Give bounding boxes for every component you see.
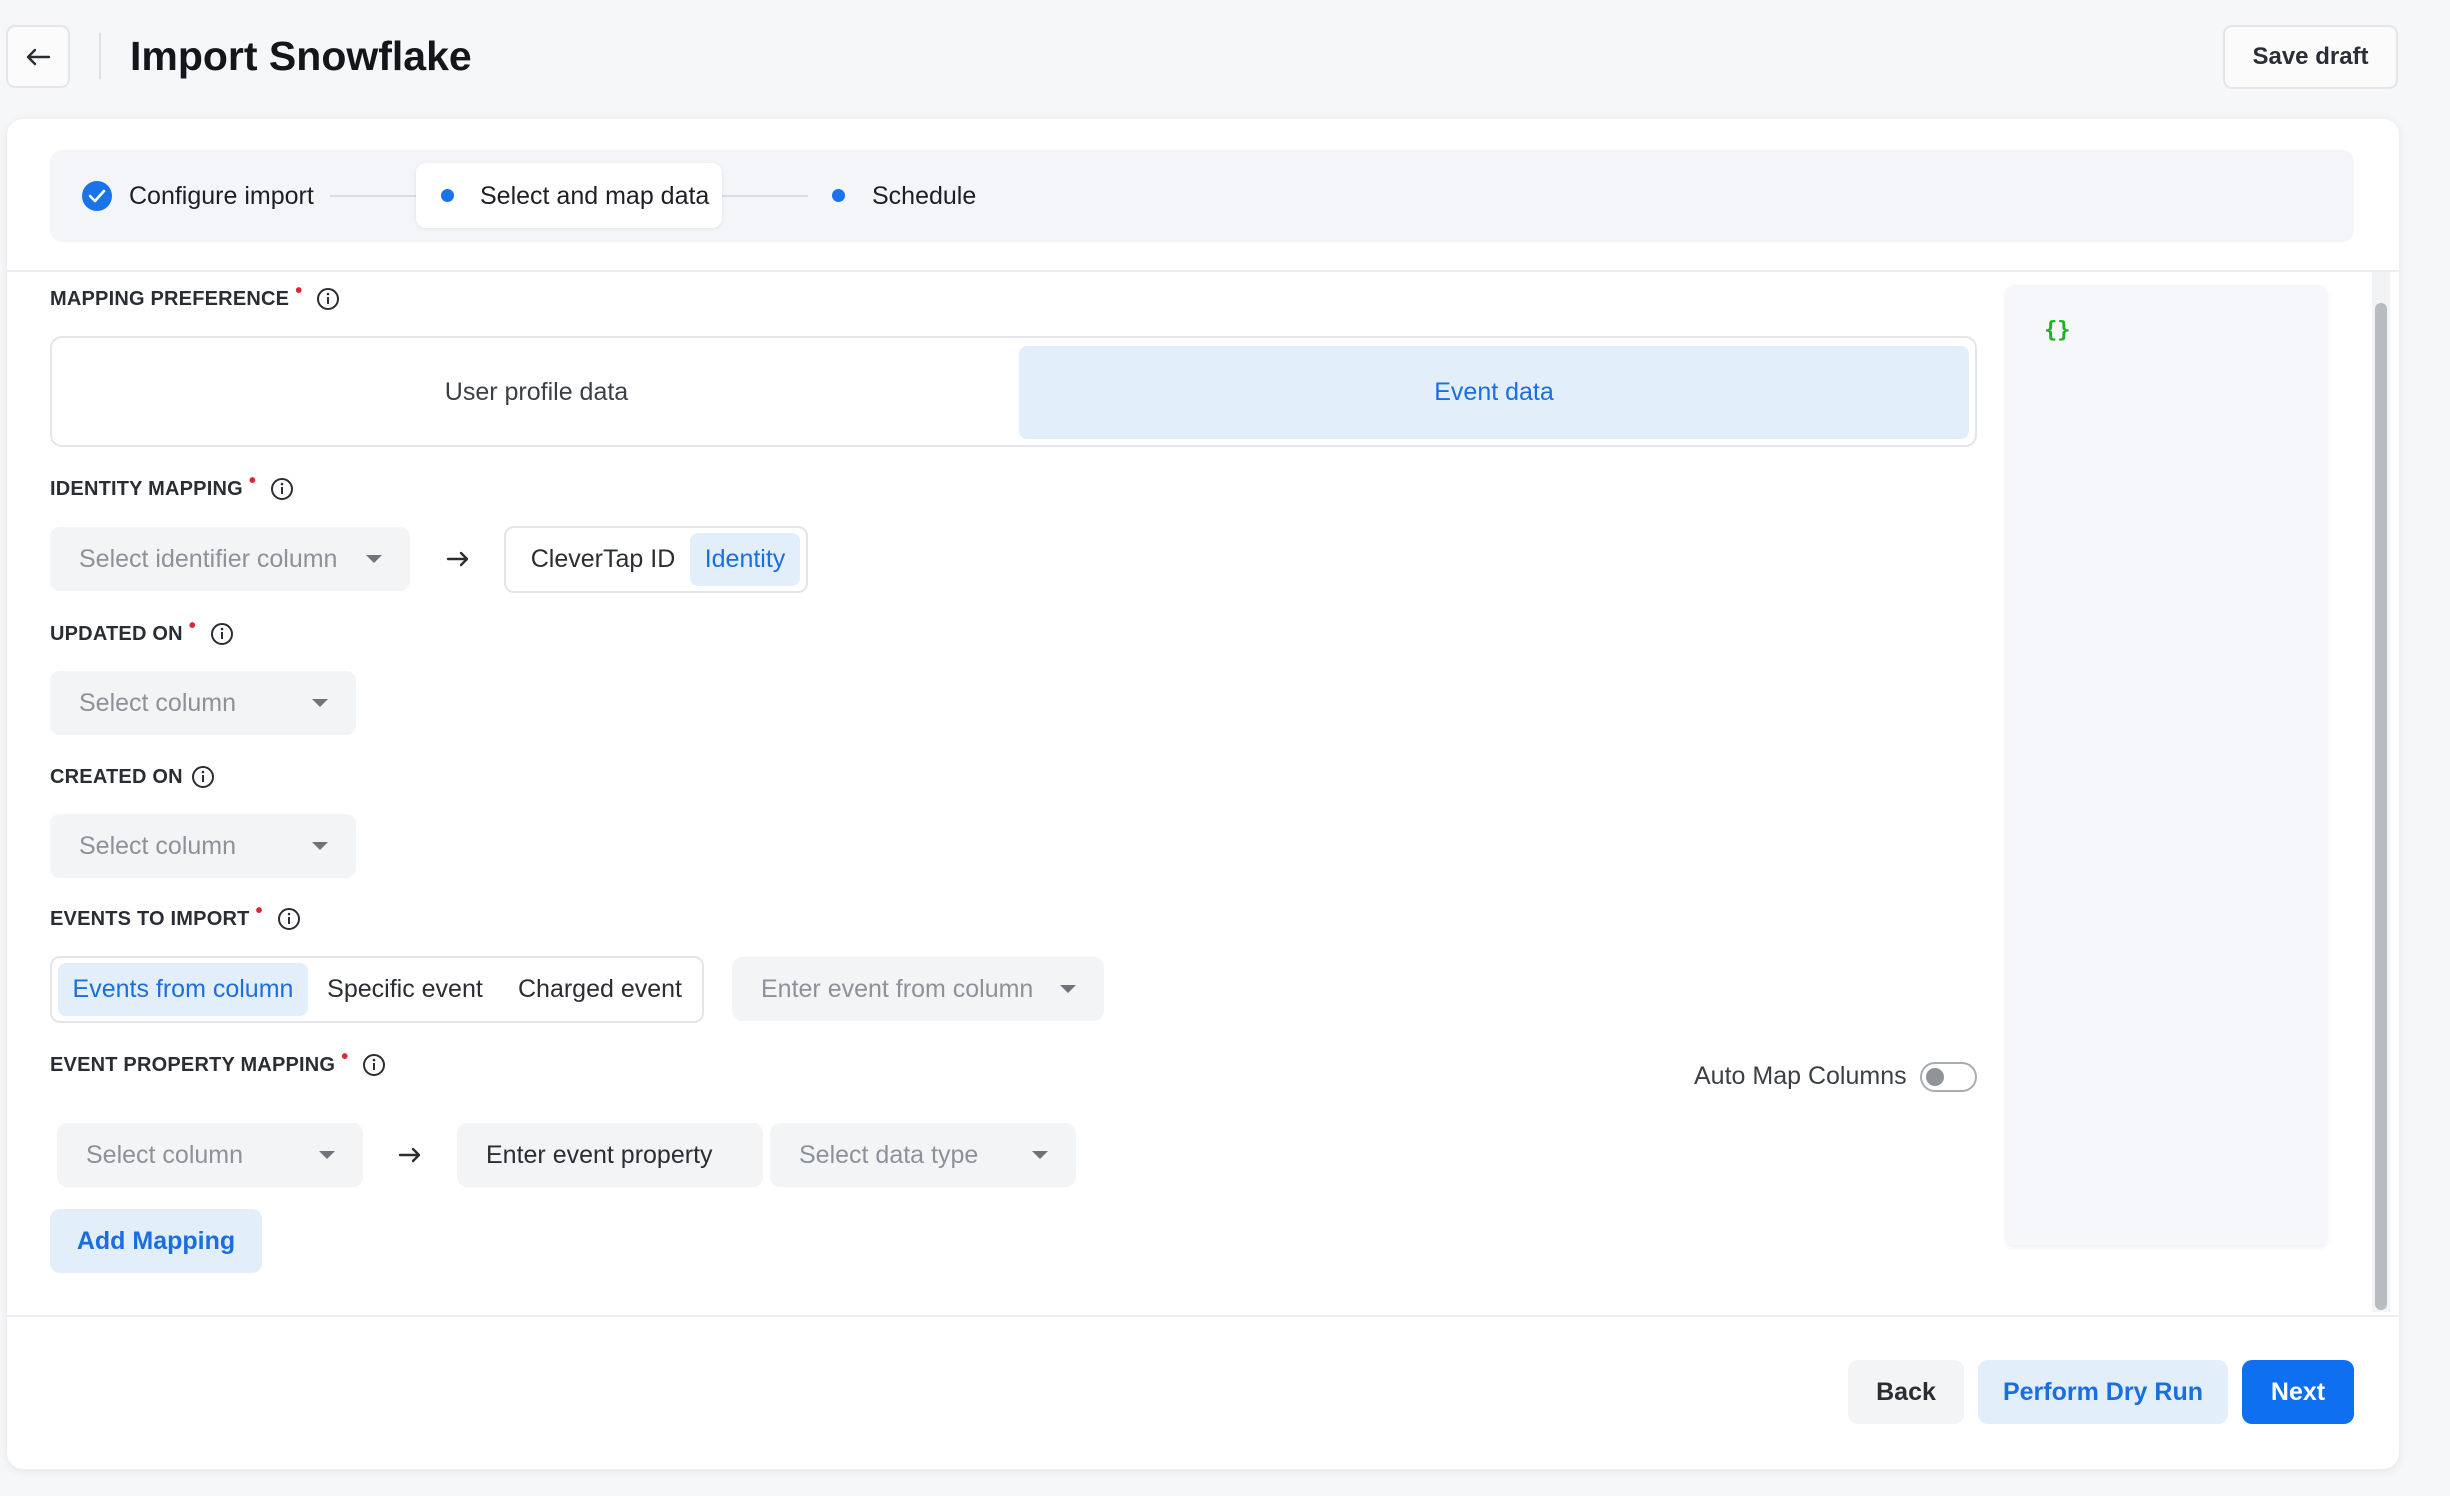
- section-divider: [7, 270, 2399, 272]
- add-mapping-button[interactable]: Add Mapping: [50, 1209, 262, 1273]
- mapping-preference-label-text: MAPPING PREFERENCE: [50, 288, 290, 310]
- info-icon[interactable]: [277, 907, 301, 931]
- perform-dry-run-button[interactable]: Perform Dry Run: [1978, 1360, 2228, 1424]
- data-type-placeholder: Select data type: [799, 1140, 979, 1169]
- updated-on-label-text: UPDATED ON: [50, 623, 183, 645]
- option-specific-event[interactable]: Specific event: [312, 963, 498, 1016]
- mapping-preference-label: MAPPING PREFERENCE •: [50, 280, 340, 312]
- mapping-preference-toggle: User profile data Event data: [50, 336, 1977, 447]
- option-events-from-column[interactable]: Events from column: [58, 963, 308, 1016]
- step-active-dot: [441, 189, 454, 202]
- auto-map-columns-toggle[interactable]: [1920, 1062, 1977, 1092]
- identity-mapping-label-text: IDENTITY MAPPING: [50, 478, 243, 500]
- required-marker: •: [341, 1046, 349, 1068]
- back-button[interactable]: Back: [1848, 1360, 1964, 1424]
- events-to-import-label-text: EVENTS TO IMPORT: [50, 908, 250, 930]
- events-to-import-toggle: Events from column Specific event Charge…: [50, 956, 704, 1023]
- event-property-input[interactable]: Enter event property: [457, 1123, 763, 1187]
- arrow-left-icon: [26, 48, 51, 65]
- created-on-dropdown[interactable]: Select column: [50, 814, 356, 878]
- stepper-connector: [722, 195, 808, 197]
- created-on-placeholder: Select column: [79, 831, 237, 860]
- event-property-mapping-label-text: EVENT PROPERTY MAPPING: [50, 1054, 336, 1076]
- step-select-and-map-label: Select and map data: [480, 182, 710, 210]
- updated-on-dropdown[interactable]: Select column: [50, 671, 356, 735]
- option-user-profile-data[interactable]: User profile data: [60, 346, 1013, 439]
- property-column-dropdown[interactable]: Select column: [57, 1123, 363, 1187]
- identifier-column-placeholder: Select identifier column: [79, 544, 338, 573]
- info-icon[interactable]: [362, 1053, 386, 1077]
- caret-down-icon: [312, 842, 328, 850]
- stepper-connector: [330, 195, 416, 197]
- json-preview-panel: [2005, 285, 2328, 1245]
- header-divider: [99, 33, 101, 79]
- event-column-placeholder: Enter event from column: [761, 974, 1034, 1003]
- info-icon[interactable]: [316, 287, 340, 311]
- json-preview-text: {}: [2044, 318, 2071, 343]
- option-clevertap-id[interactable]: CleverTap ID: [518, 533, 688, 586]
- events-to-import-label: EVENTS TO IMPORT •: [50, 900, 301, 932]
- step-schedule[interactable]: Schedule: [872, 181, 976, 211]
- caret-down-icon: [1060, 985, 1076, 993]
- created-on-label: CREATED ON: [50, 764, 215, 790]
- step-configure-import[interactable]: Configure import: [129, 181, 314, 211]
- option-identity[interactable]: Identity: [690, 533, 800, 586]
- footer-divider: [7, 1315, 2399, 1317]
- scrollbar-thumb[interactable]: [2375, 303, 2387, 1310]
- required-marker: •: [295, 280, 303, 302]
- required-marker: •: [255, 900, 263, 922]
- identity-target-group: CleverTap ID Identity: [504, 526, 808, 593]
- event-property-mapping-label: EVENT PROPERTY MAPPING •: [50, 1046, 386, 1078]
- caret-down-icon: [1032, 1151, 1048, 1159]
- updated-on-label: UPDATED ON •: [50, 615, 234, 647]
- created-on-label-text: CREATED ON: [50, 766, 183, 788]
- caret-down-icon: [366, 555, 382, 563]
- option-event-data[interactable]: Event data: [1019, 346, 1969, 439]
- required-marker: •: [188, 615, 196, 637]
- identity-mapping-label: IDENTITY MAPPING •: [50, 470, 294, 502]
- save-draft-button[interactable]: Save draft: [2223, 25, 2398, 89]
- identifier-column-dropdown[interactable]: Select identifier column: [50, 527, 410, 591]
- caret-down-icon: [319, 1151, 335, 1159]
- data-type-dropdown[interactable]: Select data type: [770, 1123, 1076, 1187]
- page-title: Import Snowflake: [130, 33, 472, 79]
- back-arrow-button[interactable]: [6, 25, 70, 88]
- property-column-placeholder: Select column: [86, 1140, 244, 1169]
- toggle-knob: [1926, 1068, 1944, 1086]
- info-icon[interactable]: [270, 477, 294, 501]
- required-marker: •: [248, 470, 257, 492]
- option-charged-event[interactable]: Charged event: [502, 963, 698, 1016]
- next-button[interactable]: Next: [2242, 1360, 2354, 1424]
- arrow-right-icon: [395, 1141, 425, 1169]
- event-column-dropdown[interactable]: Enter event from column: [732, 957, 1104, 1021]
- auto-map-columns-label: Auto Map Columns: [1694, 1062, 1907, 1090]
- step-pending-dot: [832, 189, 845, 202]
- caret-down-icon: [312, 699, 328, 707]
- updated-on-placeholder: Select column: [79, 688, 237, 717]
- info-icon[interactable]: [210, 622, 234, 646]
- check-circle-icon: [82, 181, 112, 211]
- arrow-right-icon: [443, 545, 473, 573]
- info-icon[interactable]: [191, 765, 215, 789]
